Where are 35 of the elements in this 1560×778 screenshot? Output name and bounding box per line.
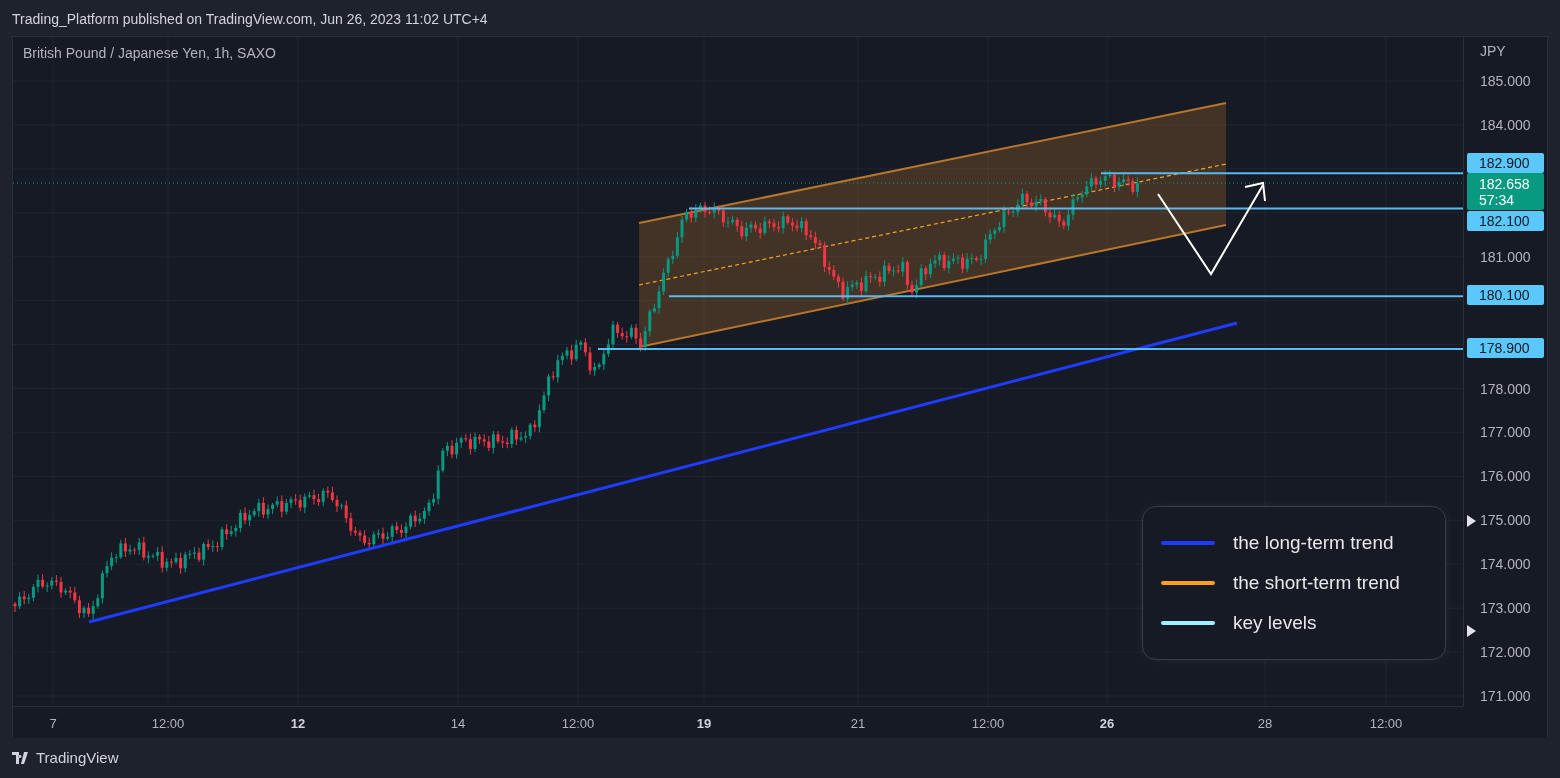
time-tick: 7: [49, 715, 57, 733]
currency-label: JPY: [1480, 42, 1506, 61]
price-level-tag: 182.100: [1467, 211, 1544, 231]
price-level-tag: 180.100: [1467, 285, 1544, 305]
legend-label: the long-term trend: [1233, 530, 1394, 555]
price-level-tag: 182.900: [1467, 153, 1544, 173]
price-tick: 178.000: [1480, 380, 1531, 397]
time-tick: 21: [850, 715, 866, 733]
time-tick: 14: [450, 715, 466, 733]
time-tick: 26: [1099, 715, 1115, 733]
price-tick: 174.000: [1480, 556, 1531, 573]
time-tick: 28: [1257, 715, 1273, 733]
time-tick: 12:00: [561, 715, 595, 733]
price-tick: 185.000: [1480, 73, 1531, 89]
time-tick: 12:00: [151, 715, 185, 733]
price-tick: 171.000: [1480, 688, 1531, 704]
brand-name: TradingView: [36, 747, 119, 768]
legend-label: the short-term trend: [1233, 570, 1400, 595]
price-tick: 173.000: [1480, 600, 1531, 617]
time-tick: 19: [696, 715, 712, 733]
publication-info: Trading_Platform published on TradingView.com, Jun 26, 2023 11:02 UTC+4: [11, 10, 489, 29]
legend-label: key levels: [1233, 610, 1317, 635]
countdown-timer: 57:34: [1479, 192, 1516, 208]
price-tick: 175.000: [1480, 512, 1531, 529]
price-tick: 184.000: [1480, 116, 1531, 133]
price-tick: 176.000: [1480, 468, 1531, 485]
last-price-value: 182.658: [1479, 176, 1531, 192]
price-tick: 172.000: [1480, 644, 1531, 661]
time-tick: 12:00: [1369, 715, 1403, 733]
time-tick: 12:00: [971, 715, 1005, 733]
price-level-tag: 178.900: [1467, 338, 1544, 358]
price-tick: 177.000: [1480, 424, 1531, 441]
price-tick: 181.000: [1480, 248, 1531, 265]
chart-title: British Pound / Japanese Yen, 1h, SAXO: [23, 44, 276, 63]
time-tick: 12: [290, 715, 306, 733]
